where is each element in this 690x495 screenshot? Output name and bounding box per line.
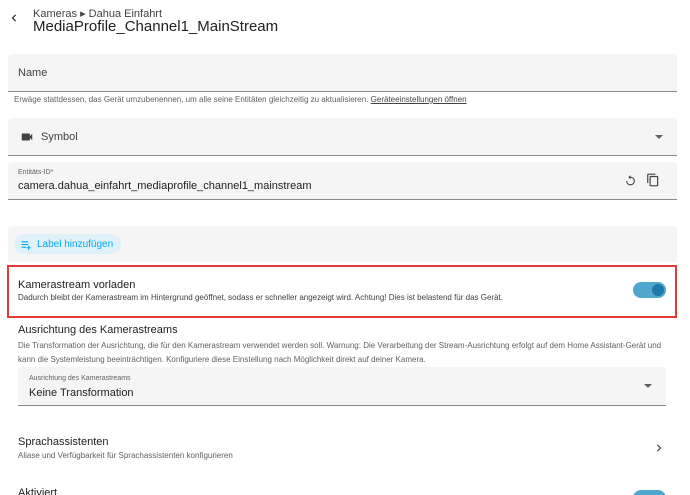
symbol-select[interactable]: Symbol (8, 118, 677, 156)
caret-down-icon (644, 384, 652, 388)
entity-id-label: Entitäts-ID* (18, 169, 54, 176)
stream-orientation-select-label: Ausrichtung des Kamerastreams (29, 375, 131, 382)
stream-orientation-select-value: Keine Transformation (29, 387, 134, 399)
preload-stream-description: Dadurch bleibt der Kamerastream im Hinte… (18, 293, 503, 302)
rename-hint-text: Erwäge stattdessen, das Gerät umzubenenn… (14, 95, 371, 104)
name-input[interactable]: Name (8, 54, 677, 92)
stream-orientation-title: Ausrichtung des Kamerastreams (18, 324, 178, 336)
name-input-placeholder: Name (18, 67, 48, 79)
voice-assistants-title[interactable]: Sprachassistenten (18, 436, 109, 448)
add-label-text: Label hinzufügen (37, 238, 114, 250)
page-title: MediaProfile_Channel1_MainStream (33, 18, 279, 35)
copy-icon[interactable] (646, 173, 660, 192)
device-settings-link[interactable]: Geräteeinstellungen öffnen (371, 95, 467, 104)
chevron-right-icon[interactable] (652, 441, 666, 460)
toggle-knob (652, 284, 664, 296)
restore-icon[interactable] (624, 174, 637, 192)
add-label-button[interactable]: Label hinzufügen (14, 234, 122, 254)
stream-orientation-select[interactable]: Ausrichtung des Kamerastreams Keine Tran… (18, 367, 666, 406)
preload-stream-toggle[interactable] (633, 282, 666, 298)
voice-assistants-description: Aliase und Verfügbarkeit für Sprachassis… (18, 451, 233, 460)
rename-hint: Erwäge stattdessen, das Gerät umzubenenn… (14, 95, 467, 104)
labels-area: Label hinzufügen (8, 226, 677, 262)
entity-id-field[interactable]: Entitäts-ID* camera.dahua_einfahrt_media… (8, 162, 677, 200)
highlight-box (7, 265, 677, 318)
video-camera-icon (20, 130, 34, 149)
enabled-toggle[interactable] (633, 490, 666, 495)
preload-stream-title: Kamerastream vorladen (18, 279, 136, 291)
enabled-title: Aktiviert (18, 487, 58, 495)
stream-orientation-description: Die Transformation der Ausrichtung, die … (18, 341, 662, 364)
arrow-left-icon (11, 14, 16, 22)
entity-id-value: camera.dahua_einfahrt_mediaprofile_chann… (18, 180, 312, 192)
back-button[interactable] (4, 8, 24, 28)
symbol-placeholder: Symbol (41, 131, 78, 143)
caret-down-icon (655, 135, 663, 139)
add-label-icon (21, 240, 31, 250)
